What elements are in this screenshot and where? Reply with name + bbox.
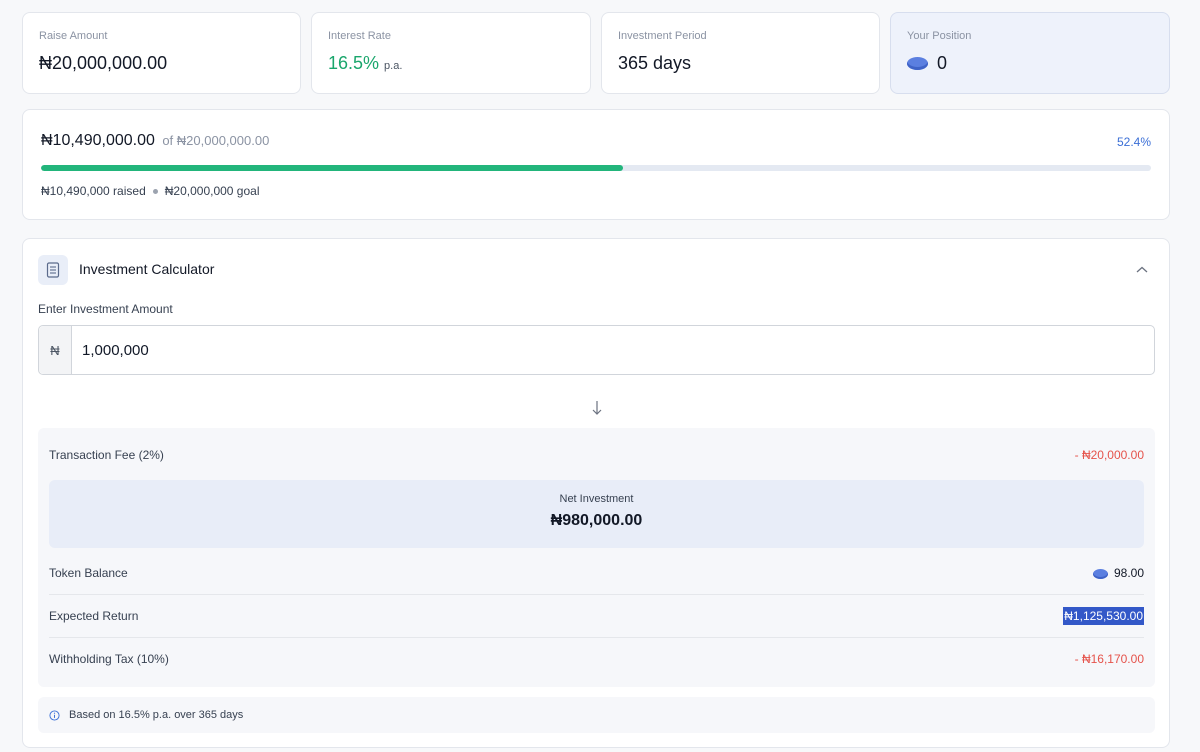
investment-calculator: Investment Calculator Enter Investment A… [22,238,1170,748]
investment-amount-input[interactable] [72,326,1154,374]
currency-prefix: ₦ [39,326,72,374]
raise-amount-text: ₦20,000,000.00 [39,53,168,73]
expected-return-row: Expected Return ₦1,125,530.00 [49,594,1144,636]
interest-rate-card: Interest Rate 16.5% p.a. [311,12,591,94]
interest-rate-text: 16.5% [328,53,380,73]
calculation-note-text: Based on 16.5% p.a. over 365 days [69,709,244,721]
funding-progress-card: ₦10,490,000.00 of ₦20,000,000.00 52.4% ₦… [22,109,1170,220]
transaction-fee-row: Transaction Fee (2%) - ₦20,000.00 [49,434,1144,476]
your-position-label: Your Position [907,30,972,42]
withholding-tax-label: Withholding Tax (10%) [49,651,169,666]
investment-period-card: Investment Period 365 days [601,12,880,94]
net-investment-value: ₦980,000.00 [550,512,643,529]
token-coin-icon [1092,569,1108,579]
withholding-tax-row: Withholding Tax (10%) - ₦16,170.00 [49,637,1144,679]
token-coin-icon [907,57,928,70]
calculation-note: Based on 16.5% p.a. over 365 days [38,697,1155,733]
goal-short: ₦20,000,000 goal [164,184,260,198]
raise-amount-card: Raise Amount ₦20,000,000.00 [22,12,301,94]
arrow-down-icon [592,401,602,415]
net-investment-label: Net Investment [559,493,634,505]
goal-of-text: of ₦20,000,000.00 [162,133,270,148]
calculator-title: Investment Calculator [79,261,215,277]
progress-bar-fill [41,165,623,171]
progress-bar [41,165,1151,171]
token-balance-text: 98.00 [1113,566,1144,580]
raise-amount-value: ₦20,000,000.00 [39,53,284,74]
raised-value: ₦10,490,000.00 [41,132,155,149]
investment-period-text: 365 days [618,53,692,73]
token-balance-row: Token Balance 98.00 [49,552,1144,594]
investment-amount-label: Enter Investment Amount [38,302,173,316]
calculation-results: Transaction Fee (2%) - ₦20,000.00 Net In… [38,428,1155,687]
interest-rate-suffix: p.a. [384,60,403,72]
investment-period-label: Investment Period [618,30,707,42]
transaction-fee-label: Transaction Fee (2%) [49,448,164,462]
investment-amount-field[interactable]: ₦ [38,325,1155,375]
raised-amount: ₦10,490,000.00 of ₦20,000,000.00 [41,132,269,150]
progress-percent: 52.4% [1116,135,1151,149]
your-position-value: 0 [907,53,1153,74]
chevron-up-icon[interactable] [1135,265,1149,275]
raise-amount-label: Raise Amount [39,30,108,42]
interest-rate-label: Interest Rate [328,30,391,42]
info-icon [49,709,60,721]
calculator-icon [38,255,68,285]
net-investment-box: Net Investment ₦980,000.00 [49,480,1144,548]
your-position-text: 0 [937,53,948,73]
separator-dot [152,188,158,194]
token-balance-value: 98.00 [1092,566,1144,580]
withholding-tax-value: - ₦16,170.00 [1074,651,1144,666]
expected-return-label: Expected Return [49,608,139,623]
progress-meta: ₦10,490,000 raised ₦20,000,000 goal [41,184,260,198]
raised-short: ₦10,490,000 raised [41,184,146,198]
investment-period-value: 365 days [618,53,863,74]
token-balance-label: Token Balance [49,566,128,580]
interest-rate-value: 16.5% p.a. [328,53,574,74]
transaction-fee-value: - ₦20,000.00 [1074,448,1144,462]
expected-return-value: ₦1,125,530.00 [1063,606,1144,625]
your-position-card: Your Position 0 [890,12,1170,94]
